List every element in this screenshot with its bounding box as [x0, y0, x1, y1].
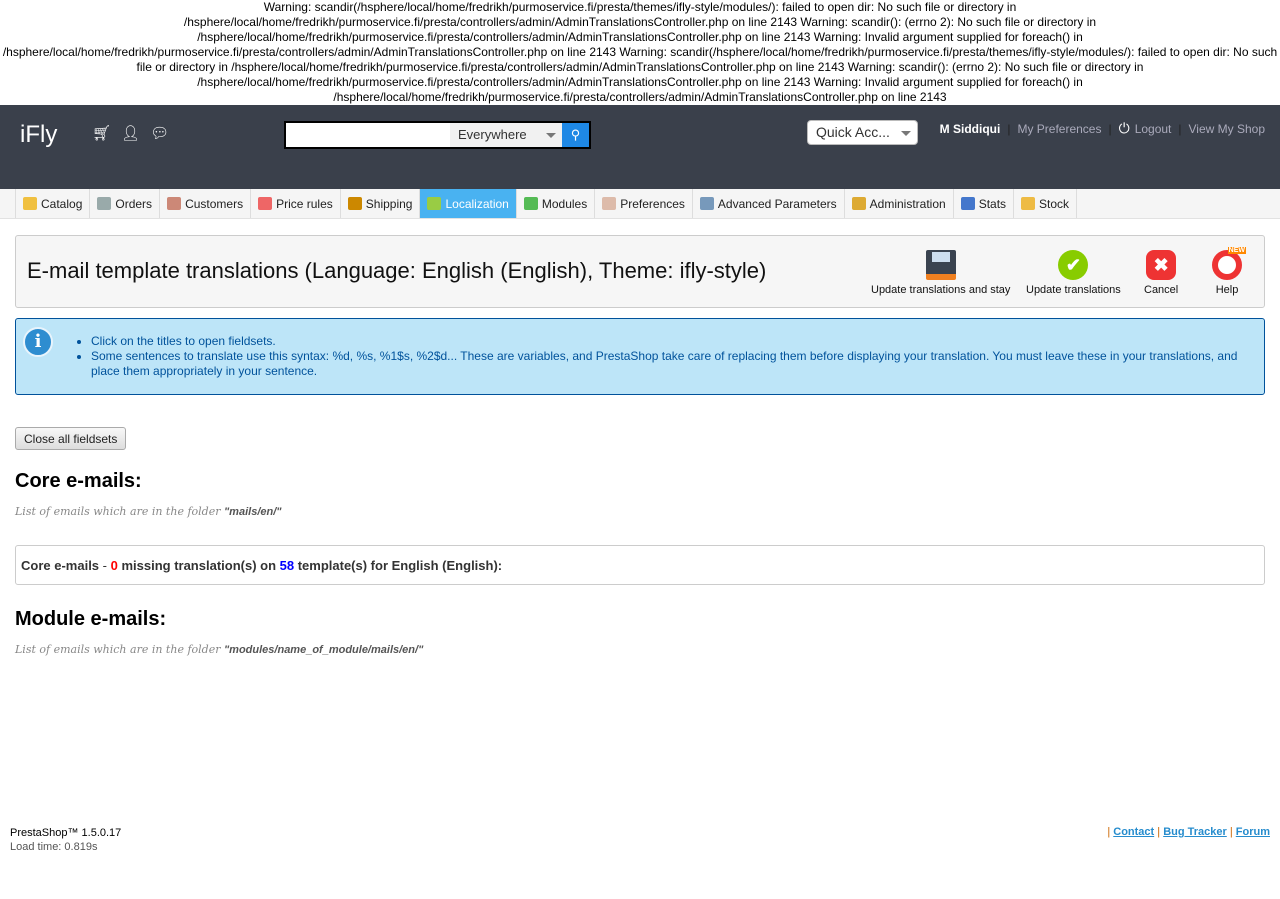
tab-icon	[602, 197, 617, 210]
module-emails-subtitle: List of emails which are in the folder "…	[15, 643, 423, 656]
fieldset-text: template(s) for English (English):	[294, 558, 503, 573]
forum-link[interactable]: Forum	[1236, 826, 1270, 838]
tab-icon	[258, 197, 273, 210]
tab-icon	[1021, 197, 1036, 210]
fieldset-text: missing translation(s) on	[117, 558, 280, 573]
messages-icon[interactable]: 💬︎	[150, 124, 169, 142]
my-preferences-link[interactable]: My Preferences	[1017, 122, 1101, 136]
tab-customers[interactable]: Customers	[159, 189, 250, 218]
load-time: Load time: 0.819s	[10, 841, 98, 853]
tab-label: Orders	[115, 196, 153, 211]
search-input[interactable]	[286, 123, 450, 147]
core-emails-fieldset[interactable]: Core e-mails - 0 missing translation(s) …	[15, 545, 1265, 585]
tab-stock[interactable]: Stock	[1013, 189, 1078, 218]
lifebuoy-icon: NEW	[1212, 247, 1246, 280]
button-label: Update translations and stay	[871, 284, 1011, 296]
template-count: 58	[279, 558, 295, 573]
save-icon	[925, 250, 956, 280]
footer-info: PrestaShop™ 1.5.0.17 Load time: 0.819s	[10, 826, 121, 854]
version: PrestaShop™ 1.5.0.17	[10, 827, 122, 839]
tab-label: Stock	[1039, 196, 1070, 211]
subtitle-text: List of emails which are in the folder	[15, 505, 221, 518]
info-box: i Click on the titles to open fieldsets.…	[15, 318, 1265, 395]
module-emails-heading: Module e-mails:	[15, 608, 167, 630]
tab-icon	[427, 197, 442, 210]
page-title: E-mail template translations (Language: …	[27, 258, 767, 283]
contact-link[interactable]: Contact	[1113, 826, 1154, 838]
tab-icon	[851, 197, 866, 210]
search-icon: ⚲	[570, 127, 581, 142]
info-item: Some sentences to translate use this syn…	[91, 349, 1254, 379]
button-label: Update translations	[1026, 284, 1121, 296]
tab-administration[interactable]: Administration	[843, 189, 953, 218]
tab-localization[interactable]: Localization	[419, 189, 516, 218]
button-label: Cancel	[1144, 284, 1179, 296]
tab-label: Preferences	[620, 196, 685, 211]
logo[interactable]: iFly	[20, 121, 57, 149]
search-bar: Everywhere ⚲	[284, 121, 591, 149]
header: iFly 🛒︎ 👤︎ 💬︎ Everywhere ⚲ Quick Acc... …	[0, 105, 1280, 189]
cancel-button[interactable]: ✖ Cancel	[1144, 250, 1178, 296]
tab-stats[interactable]: Stats	[952, 189, 1013, 218]
check-icon: ✔	[1058, 250, 1089, 280]
folder-path: "modules/name_of_module/mails/en/"	[223, 644, 424, 656]
customers-icon[interactable]: 👤︎	[121, 124, 140, 142]
tab-label: Administration	[869, 196, 946, 211]
search-scope-select[interactable]: Everywhere	[450, 123, 562, 147]
tab-preferences[interactable]: Preferences	[594, 189, 692, 218]
info-icon: i	[23, 327, 53, 357]
toolbar: E-mail template translations (Language: …	[15, 235, 1265, 308]
new-badge: NEW	[1227, 247, 1246, 254]
folder-path: "mails/en/"	[223, 506, 282, 518]
tab-catalog[interactable]: Catalog	[15, 189, 89, 218]
view-shop-link[interactable]: View My Shop	[1189, 122, 1265, 136]
update-and-stay-button[interactable]: Update translations and stay	[871, 250, 1010, 296]
power-icon: ⏻	[1118, 120, 1130, 136]
close-all-fieldsets-button[interactable]: Close all fieldsets	[15, 427, 127, 450]
tab-label: Customers	[185, 196, 244, 211]
tab-price-rules[interactable]: Price rules	[250, 189, 340, 218]
quick-access-select[interactable]: Quick Acc...	[807, 120, 918, 145]
tab-label: Shipping	[365, 196, 413, 211]
tab-label: Modules	[541, 196, 588, 211]
tab-label: Price rules	[276, 196, 333, 211]
tab-icon	[523, 197, 538, 210]
core-emails-subtitle: List of emails which are in the folder "…	[15, 505, 281, 518]
tab-advanced-parameters[interactable]: Advanced Parameters	[691, 189, 844, 218]
subtitle-text: List of emails which are in the folder	[15, 643, 221, 656]
tab-label: Stats	[978, 196, 1007, 211]
help-button[interactable]: NEW Help	[1212, 247, 1246, 296]
tab-label: Advanced Parameters	[717, 196, 837, 211]
fieldset-label: Core e-mails	[21, 558, 100, 573]
tab-icon	[699, 197, 714, 210]
cancel-icon: ✖	[1146, 250, 1177, 280]
tab-icon	[167, 197, 182, 210]
update-translations-button[interactable]: ✔ Update translations	[1026, 250, 1121, 296]
tab-modules[interactable]: Modules	[515, 189, 594, 218]
tab-icon	[347, 197, 362, 210]
search-button[interactable]: ⚲	[562, 123, 589, 147]
tab-orders[interactable]: Orders	[89, 189, 159, 218]
footer-links: | Contact | Bug Tracker | Forum	[1107, 826, 1270, 838]
core-emails-heading: Core e-mails:	[15, 470, 142, 492]
logout-link[interactable]: Logout	[1135, 122, 1172, 136]
bug-tracker-link[interactable]: Bug Tracker	[1163, 826, 1227, 838]
dash: -	[99, 558, 111, 573]
button-label: Help	[1215, 284, 1239, 296]
php-warnings: Warning: scandir(/hsphere/local/home/fre…	[2, 0, 1278, 104]
info-item: Click on the titles to open fieldsets.	[91, 334, 1254, 349]
missing-count: 0	[110, 558, 118, 573]
tab-icon	[97, 197, 112, 210]
tab-label: Catalog	[41, 196, 83, 211]
tab-label: Localization	[445, 196, 509, 211]
tab-shipping[interactable]: Shipping	[339, 189, 420, 218]
tab-icon	[960, 197, 975, 210]
main-tabs: Catalog Orders Customers Price rules Shippin…	[0, 189, 1280, 219]
tab-icon	[23, 197, 37, 210]
cart-icon[interactable]: 🛒︎	[92, 124, 111, 142]
employee-name[interactable]: M Siddiqui	[940, 122, 1001, 136]
